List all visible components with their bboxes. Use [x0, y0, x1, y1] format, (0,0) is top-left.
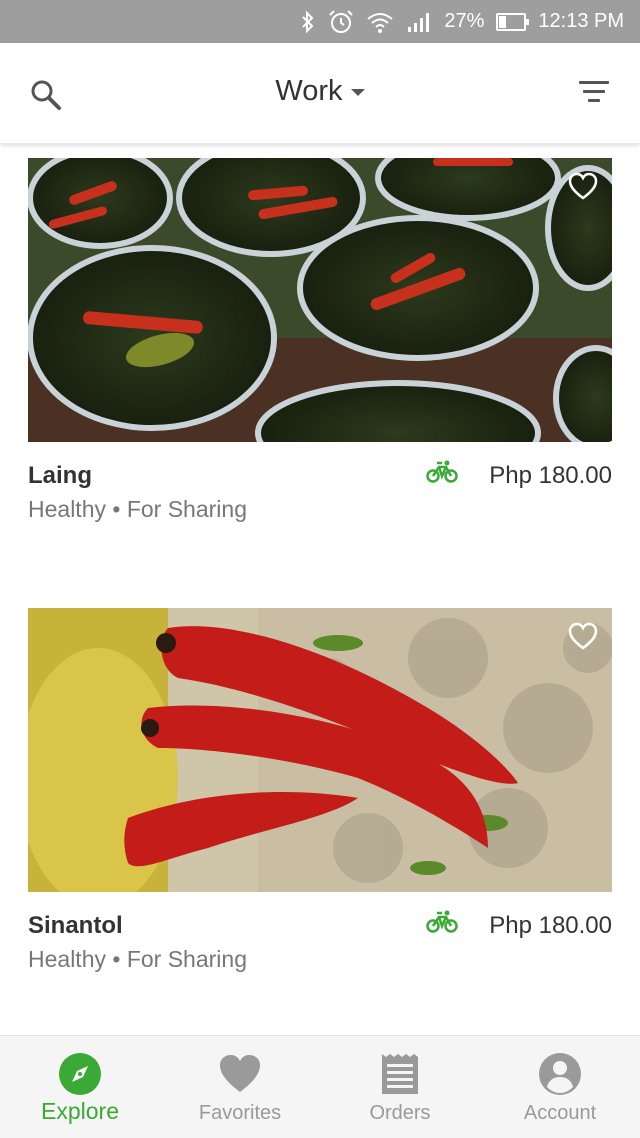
- chevron-down-icon: [350, 88, 365, 96]
- nav-label: Explore: [41, 1098, 119, 1124]
- food-tags: Healthy • For Sharing: [28, 946, 247, 972]
- bluetooth-icon: [300, 10, 316, 33]
- filter-icon[interactable]: [578, 81, 610, 107]
- nav-label: Account: [523, 1102, 597, 1124]
- food-price: Php 180.00: [489, 462, 612, 489]
- nav-label: Favorites: [198, 1102, 282, 1124]
- nav-favorites[interactable]: Favorites: [160, 1036, 320, 1138]
- heart-outline-icon[interactable]: [568, 622, 598, 650]
- food-card[interactable]: Laing Healthy • For Sharing Php 180.00: [28, 158, 612, 522]
- bicycle-icon: [426, 909, 458, 933]
- food-tags: Healthy • For Sharing: [28, 496, 247, 522]
- food-price: Php 180.00: [489, 912, 612, 939]
- heart-outline-icon[interactable]: [568, 172, 598, 200]
- status-bar: 27% 12:13 PM: [0, 0, 640, 43]
- bottom-nav: Explore Favorites Orders Account: [0, 1035, 640, 1138]
- compass-icon: [58, 1052, 102, 1096]
- food-photo[interactable]: [28, 608, 612, 892]
- alarm-icon: [328, 9, 354, 34]
- food-card[interactable]: Sinantol Healthy • For Sharing Php 180.0…: [28, 608, 612, 972]
- nav-explore[interactable]: Explore: [0, 1036, 160, 1138]
- heart-icon: [218, 1052, 262, 1096]
- bicycle-icon: [426, 459, 458, 483]
- nav-orders[interactable]: Orders: [320, 1036, 480, 1138]
- receipt-icon: [378, 1052, 422, 1096]
- battery-icon: [496, 12, 530, 31]
- food-photo[interactable]: [28, 158, 612, 442]
- nav-account[interactable]: Account: [480, 1036, 640, 1138]
- person-icon: [538, 1052, 582, 1096]
- food-name: Sinantol: [28, 912, 123, 939]
- location-selector[interactable]: Work: [0, 75, 640, 108]
- wifi-icon: [366, 11, 394, 33]
- battery-percent: 27%: [444, 10, 485, 32]
- app-header: Work: [0, 43, 640, 144]
- clock: 12:13 PM: [538, 10, 624, 32]
- food-name: Laing: [28, 462, 92, 489]
- location-label: Work: [275, 75, 343, 107]
- signal-icon: [406, 11, 432, 33]
- nav-label: Orders: [369, 1102, 431, 1124]
